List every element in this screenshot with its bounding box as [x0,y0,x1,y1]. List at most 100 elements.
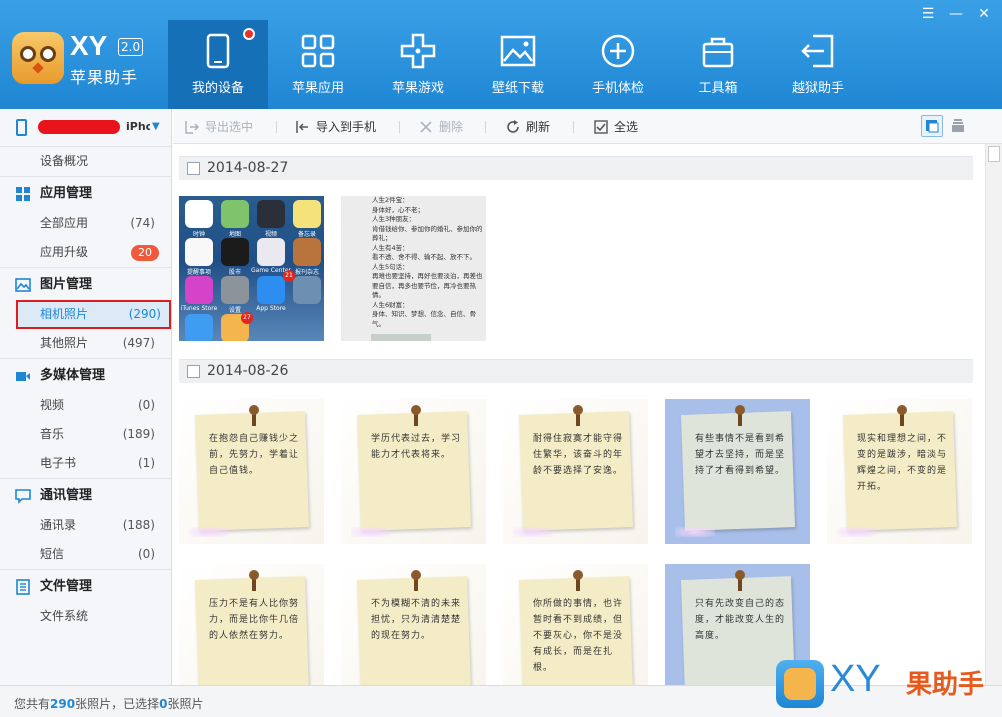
sidebar-item-contacts[interactable]: 通讯录 (188) [0,511,171,540]
close-icon[interactable]: ✕ [972,4,996,24]
select-all-button[interactable]: 全选 [594,118,638,136]
note-footer [371,334,431,341]
owl-logo-icon [12,32,64,84]
sidebar-item-label: 电子书 [40,456,77,470]
date-group-header: 2014-08-27 [179,156,973,180]
briefcase-icon [699,32,737,70]
chevron-down-icon[interactable]: ▼ [152,121,160,132]
photo-thumbnail[interactable]: 你所做的事情，也许暂时看不到成绩，但不要灰心，你不是没有成长，而是在扎根。 [503,564,648,685]
photo-thumbnail[interactable]: 时钟 地图 视频 备忘录 提醒事项 股市 Game Center 报刊杂志 iTunes Sto… [179,196,324,341]
pushpin-icon [249,405,259,415]
export-selected-button[interactable]: 导出选中 [185,118,253,136]
ios-app-icon [185,200,213,228]
photo-thumbnail[interactable]: 耐得住寂寞才能守得住繁华，该奋斗的年龄不要选择了安逸。 [503,399,648,544]
photo-thumbnail[interactable]: 人生2件宝： 身体好，心不老； 人生3种朋友： 肯借钱给你、参加你的婚礼、参加你… [341,196,486,341]
ios-app-icon [221,200,249,228]
status-suffix: 张照片 [167,697,204,711]
nav-item-3[interactable]: 壁纸下载 [468,20,568,109]
ios-app-icon [185,276,213,304]
group-checkbox[interactable] [187,365,200,378]
sidebar-item-camera-photos[interactable]: 相机照片 (290) [16,300,171,329]
ios-app-label: 提醒事项 [186,269,211,276]
note-text: 人生2件宝： 身体好，心不老； 人生3种朋友： 肯借钱给你、参加你的婚礼、参加你… [372,196,483,328]
sidebar-item-overview[interactable]: 设备概况 [0,147,171,176]
sidebar-item-filesystem[interactable]: 文件系统 [0,602,171,631]
decoration [837,527,877,537]
chat-bubble-icon [15,489,31,504]
ios-app-icon [257,238,285,266]
nav-item-4[interactable]: 手机体检 [568,20,668,109]
refresh-button[interactable]: 刷新 [506,118,550,136]
toolbar-divider [485,121,486,133]
sidebar-item-label: 设备概况 [40,154,89,168]
sidebar-item-label: 文件系统 [40,609,89,623]
minimize-icon[interactable]: — [944,4,968,24]
photo-thumbnail[interactable]: 有些事情不是看到希望才去坚持，而是坚持了才看得到希望。 [665,399,810,544]
ios-app-icon [221,276,249,304]
pin-needle [576,414,580,426]
device-selector[interactable]: iPho... ▼ [0,109,171,147]
redaction-mark [38,120,120,134]
brand-subtitle: 苹果助手 [70,68,139,87]
grid-view-button[interactable] [921,115,943,137]
sidebar-item-ebook[interactable]: 电子书 (1) [0,449,171,478]
apps-grid-icon [16,187,30,201]
nav-label: 苹果游戏 [391,81,444,96]
toolbar-divider [276,121,277,133]
menu-icon[interactable]: ☰ [916,4,940,24]
tablet-icon [199,32,237,70]
delete-button[interactable]: 删除 [419,118,463,136]
sidebar-item-all-apps[interactable]: 全部应用 (74) [0,209,171,238]
nav-item-2[interactable]: 苹果游戏 [368,20,468,109]
scrollbar-thumb[interactable] [988,146,1000,162]
pushpin-icon [897,405,907,415]
sidebar-item-video[interactable]: 视频 (0) [0,391,171,420]
status-mid: 张照片，已选择 [75,697,160,711]
watermark-text: XY [830,658,881,700]
button-label: 刷新 [526,120,551,134]
sidebar-item-label: 通讯录 [40,518,77,532]
pushpin-icon [411,405,421,415]
ios-app-icon [257,276,285,304]
vertical-scrollbar[interactable] [985,144,1002,685]
pin-needle [252,414,256,426]
delete-x-icon [420,121,432,133]
photo-thumbnail[interactable]: 不为模糊不清的未来担忧，只为清清楚楚的现在努力。 [341,564,486,685]
import-to-phone-button[interactable]: 导入到手机 [296,118,376,136]
app-logo: XY 2.0 苹果助手 [12,30,162,87]
photo-thumbnail[interactable]: 现实和理想之间，不变的是跋涉，暗淡与辉煌之间，不变的是开拓。 [827,399,972,544]
nav-item-5[interactable]: 工具箱 [668,20,768,109]
group-checkbox[interactable] [187,162,200,175]
button-label: 导入到手机 [316,120,377,134]
nav-label: 壁纸下载 [491,81,544,96]
nav-label: 苹果应用 [291,81,344,96]
ios-app-icon [293,238,321,266]
sidebar-item-app-upgrade[interactable]: 应用升级 20 [0,238,171,267]
button-label: 导出选中 [205,120,254,134]
sidebar-item-label: 相机照片 [40,307,89,321]
photo-thumbnail[interactable]: 学历代表过去，学习能力才代表将来。 [341,399,486,544]
sidebar-item-label: 短信 [40,547,65,561]
sidebar-item-other-photos[interactable]: 其他照片 (497) [0,329,171,358]
sidebar-item-label: 其他照片 [40,336,89,350]
upgrade-badge: 20 [131,245,159,261]
note-text: 有些事情不是看到希望才去坚持，而是坚持了才看得到希望。 [695,434,786,476]
button-label: 删除 [439,120,464,134]
exit-arrow-icon [799,32,837,70]
status-prefix: 您共有 [14,697,51,711]
date-group-header: 2014-08-26 [179,359,973,383]
export-icon [185,121,199,134]
photo-thumbnail[interactable]: 在抱怨自己赚钱少之前，先努力，学着让自己值钱。 [179,399,324,544]
nav-item-1[interactable]: 苹果应用 [268,20,368,109]
sidebar-item-sms[interactable]: 短信 (0) [0,540,171,569]
sidebar-category-apps: 应用管理 [0,176,171,209]
status-text: 您共有290张照片，已选择0张照片 [14,695,203,712]
pin-needle [414,414,418,426]
photo-thumbnail[interactable]: 压力不是有人比你努力，而是比你牛几倍的人依然在努力。 [179,564,324,685]
nav-item-0[interactable]: 我的设备 [168,20,268,109]
sidebar-item-music[interactable]: 音乐 (189) [0,420,171,449]
import-icon [296,121,308,133]
grid-view-icon [926,120,939,133]
stack-view-button[interactable] [947,115,969,137]
nav-item-6[interactable]: 越狱助手 [768,20,868,109]
